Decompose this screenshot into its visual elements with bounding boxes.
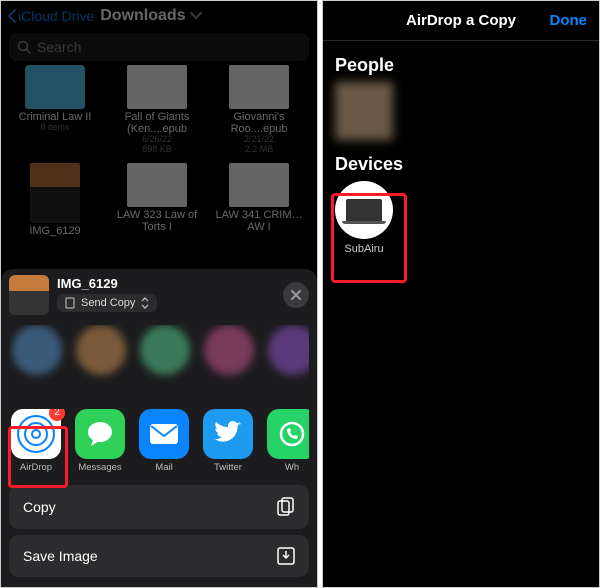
whatsapp-icon [267,409,309,459]
close-button[interactable] [283,282,309,308]
avatar [76,325,126,375]
done-button[interactable]: Done [550,12,588,29]
nav-title[interactable]: Downloads [100,7,201,25]
save-image-icon [277,547,295,565]
document-icon [229,163,289,207]
avatar [140,325,190,375]
contact-item[interactable] [265,325,309,399]
file-meta: 8 items [7,123,103,133]
notification-badge: 2 [49,409,65,421]
file-item[interactable]: LAW 341 CRIM…AW I [211,163,307,237]
folder-icon [25,65,85,109]
search-placeholder: Search [37,39,81,55]
file-item[interactable]: IMG_6129 [7,163,103,237]
search-input[interactable]: Search [9,33,309,61]
avatar [12,325,62,375]
file-name: IMG_6129 [7,225,103,237]
app-label: Mail [137,462,191,473]
app-whatsapp[interactable]: Wh [265,409,309,473]
photo-icon [30,163,80,223]
mail-icon [139,409,189,459]
file-item[interactable]: Giovanni's Roo....epub 2/21/22 2.2 MB [211,65,307,155]
files-app-pane: iCloud Drive Downloads Search Criminal L… [0,0,318,588]
share-mode-label: Send Copy [81,297,135,309]
app-label: AirDrop [9,462,63,473]
chevron-left-icon [7,9,17,23]
device-avatar [335,181,393,239]
updown-icon [141,297,149,309]
action-label: Copy [23,499,56,515]
action-list: Copy Save Image [9,485,309,577]
app-label: Wh [265,462,309,473]
app-messages[interactable]: Messages [73,409,127,473]
file-meta: 2.2 MB [211,145,307,155]
nav-title-text: Downloads [100,7,185,25]
device-name: SubAiru [335,243,393,255]
action-label: Save Image [23,548,98,564]
document-icon [127,163,187,207]
app-mail[interactable]: Mail [137,409,191,473]
document-icon [65,297,75,309]
airdrop-pane: AirDrop a Copy Done People Devices SubAi… [322,0,600,588]
close-icon [291,290,301,300]
app-twitter[interactable]: Twitter [201,409,255,473]
devices-section-label: Devices [335,154,599,175]
contact-item[interactable] [201,325,257,399]
file-meta: 898 KB [109,145,205,155]
share-item-title: IMG_6129 [57,276,275,291]
app-airdrop[interactable]: 2 AirDrop [9,409,63,473]
file-name: LAW 323 Law of Torts I [109,209,205,233]
contacts-row[interactable] [9,325,309,399]
search-icon [17,40,31,54]
document-icon [229,65,289,109]
nav-back-button[interactable]: iCloud Drive [7,8,94,24]
file-grid: Criminal Law II 8 items Fall of Giants (… [1,65,317,275]
avatar [204,325,254,375]
airdrop-device[interactable]: SubAiru [335,181,599,255]
airdrop-icon: 2 [11,409,61,459]
avatar [268,325,309,375]
airdrop-header: AirDrop a Copy Done [323,1,599,41]
share-sheet: IMG_6129 Send Copy 2 [1,269,317,587]
twitter-icon [203,409,253,459]
file-item[interactable]: Fall of Giants (Ken....epub 6/26/22 898 … [109,65,205,155]
contact-item[interactable] [137,325,193,399]
file-name: Fall of Giants (Ken....epub [109,111,205,135]
contact-item[interactable] [73,325,129,399]
file-item[interactable]: LAW 323 Law of Torts I [109,163,205,237]
file-item[interactable]: Criminal Law II 8 items [7,65,103,155]
messages-icon [75,409,125,459]
contact-item[interactable] [9,325,65,399]
share-header: IMG_6129 Send Copy [9,275,309,315]
nav-back-label: iCloud Drive [18,8,94,24]
action-copy[interactable]: Copy [9,485,309,529]
nav-bar: iCloud Drive Downloads [1,1,317,31]
file-name: Giovanni's Roo....epub [211,111,307,135]
people-section-label: People [335,55,599,76]
share-mode-button[interactable]: Send Copy [57,294,157,312]
share-thumbnail [9,275,49,315]
apps-row: 2 AirDrop Messages Mail Twitte [9,409,309,473]
file-name: LAW 341 CRIM…AW I [211,209,307,233]
chevron-down-icon [190,12,202,20]
airdrop-title: AirDrop a Copy [406,12,516,29]
app-label: Messages [73,462,127,473]
airdrop-person[interactable] [335,82,393,140]
app-label: Twitter [201,462,255,473]
document-icon [127,65,187,109]
laptop-icon [346,199,382,221]
action-save-image[interactable]: Save Image [9,535,309,577]
copy-icon [277,497,295,517]
